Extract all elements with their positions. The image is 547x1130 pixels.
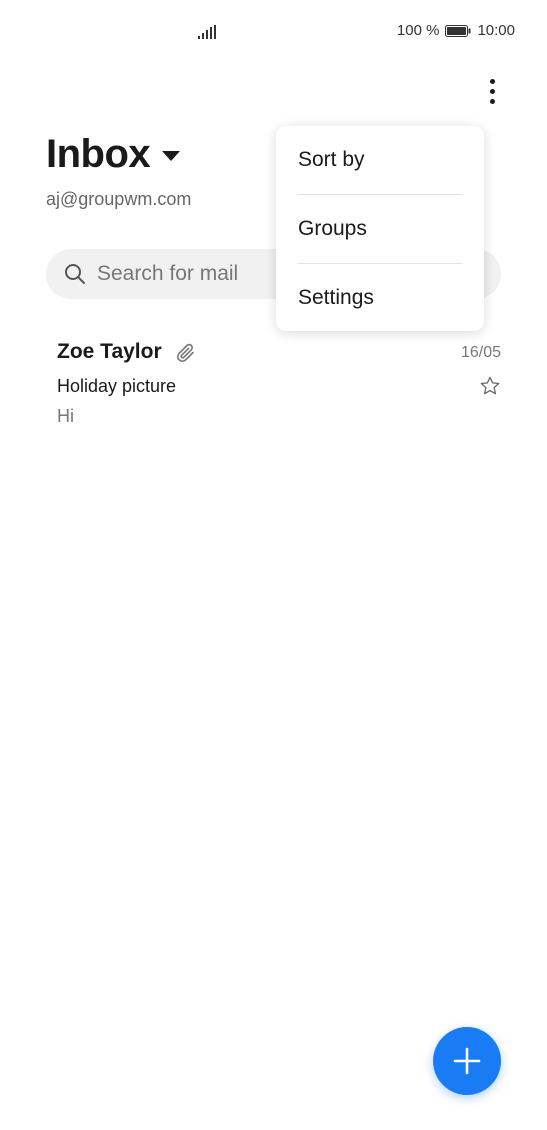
list-item[interactable]: Zoe Taylor 16/05 Holiday picture Hi — [0, 330, 547, 436]
mail-preview: Hi — [57, 406, 74, 426]
battery-icon — [445, 24, 471, 37]
signal-icon — [198, 25, 216, 39]
status-bar: 100 % 10:00 — [0, 0, 547, 64]
mail-sender: Zoe Taylor — [57, 340, 162, 363]
mail-subject: Holiday picture — [57, 376, 177, 396]
menu-item-groups[interactable]: Groups — [276, 195, 484, 263]
more-vertical-dot — [490, 89, 495, 94]
clock: 10:00 — [477, 22, 515, 39]
mailbox-selector[interactable]: Inbox — [46, 132, 181, 177]
account-email: aj@groupwm.com — [46, 189, 192, 209]
compose-button[interactable] — [433, 1027, 501, 1095]
menu-item-label: Sort by — [298, 148, 365, 171]
search-icon — [65, 264, 85, 284]
battery-percentage: 100 % — [396, 22, 440, 39]
more-vertical-icon — [490, 79, 495, 84]
more-vertical-dot — [490, 99, 495, 104]
status-right: 100 % 10:00 — [397, 22, 515, 39]
menu-item-label: Settings — [298, 286, 374, 309]
menu-item-sort-by[interactable]: Sort by — [276, 126, 484, 194]
caret-down-icon — [162, 150, 181, 161]
page-title: Inbox — [46, 132, 151, 176]
mail-date: 16/05 — [460, 344, 501, 361]
search-placeholder: Search for mail — [97, 262, 239, 285]
attachment-icon — [176, 343, 194, 363]
plus-icon — [453, 1047, 481, 1075]
menu-item-label: Groups — [298, 217, 367, 240]
star-icon[interactable] — [479, 375, 501, 397]
menu-item-settings[interactable]: Settings — [276, 264, 484, 332]
more-options-button[interactable] — [478, 74, 508, 110]
overflow-menu: Sort by Groups Settings — [276, 126, 484, 331]
